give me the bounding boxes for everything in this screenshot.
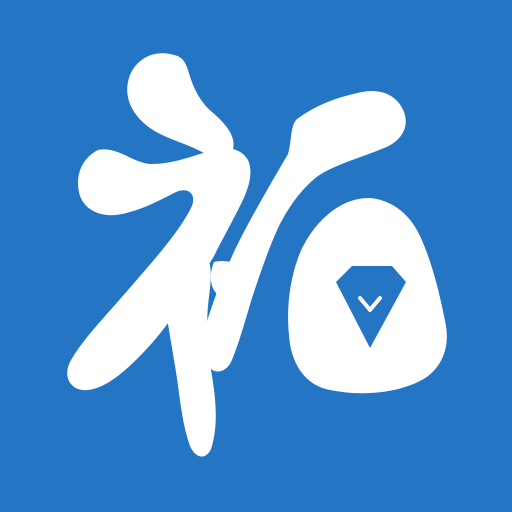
calligraphy-logo [0,0,512,512]
app-icon[interactable] [0,0,512,512]
